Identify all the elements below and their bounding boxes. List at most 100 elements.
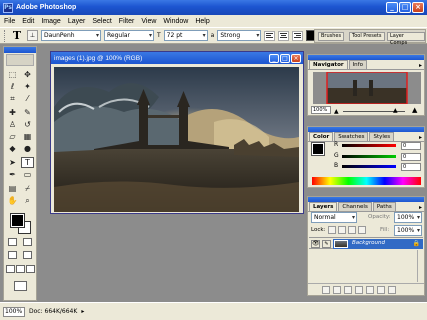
dodge-tool-icon[interactable]: ● (21, 143, 34, 154)
tab-layers[interactable]: Layers (309, 202, 338, 211)
align-right-button[interactable] (292, 30, 304, 41)
color-menu-icon[interactable]: ▸ (419, 134, 424, 141)
adjustment-layer-icon[interactable] (355, 286, 363, 294)
layer-visibility-eye-icon[interactable]: 👁 (311, 240, 320, 248)
crop-tool-icon[interactable]: ⌗ (6, 93, 19, 104)
gradient-tool-icon[interactable]: ▦ (21, 131, 34, 142)
full-screen-mode-icon[interactable] (26, 265, 35, 273)
navigator-menu-icon[interactable]: ▸ (419, 62, 424, 69)
g-value-field[interactable]: 0 (401, 153, 421, 161)
menu-view[interactable]: View (141, 18, 156, 25)
notes-tool-icon[interactable]: ▤ (6, 183, 19, 194)
zoom-in-icon[interactable]: ▲ (412, 106, 417, 114)
toolbox-titlebar[interactable] (4, 47, 36, 53)
color-fg-swatch[interactable] (311, 142, 325, 156)
new-layer-icon[interactable] (377, 286, 385, 294)
font-size-select[interactable]: 72 pt (163, 30, 208, 41)
status-zoom-field[interactable]: 100% (3, 306, 25, 317)
healing-brush-tool-icon[interactable]: ✚ (6, 107, 19, 118)
anti-alias-select[interactable]: Strong (217, 30, 262, 41)
font-style-select[interactable]: Regular (104, 30, 154, 41)
quick-mask-mode-icon[interactable] (23, 251, 32, 259)
layers-menu-icon[interactable]: ▸ (419, 204, 424, 211)
doc-minimize-button[interactable]: _ (269, 53, 279, 63)
doc-maximize-button[interactable]: □ (280, 53, 290, 63)
align-left-button[interactable] (264, 30, 276, 41)
menu-file[interactable]: File (4, 18, 15, 25)
swap-colors-icon[interactable] (23, 238, 32, 246)
photoshop-app-icon[interactable]: Ps (3, 2, 13, 13)
tab-info[interactable]: Info (348, 60, 367, 69)
layers-scrollbar[interactable] (417, 250, 423, 282)
zoom-tool-icon[interactable]: ⌕ (21, 195, 34, 206)
lock-all-icon[interactable] (358, 226, 366, 234)
maximize-button[interactable]: □ (399, 2, 411, 13)
menu-help[interactable]: Help (195, 18, 209, 25)
lock-pixels-icon[interactable] (338, 226, 346, 234)
pen-tool-icon[interactable]: ✒ (6, 169, 19, 180)
brush-tool-icon[interactable]: ✎ (21, 107, 34, 118)
lock-position-icon[interactable] (348, 226, 356, 234)
tab-color[interactable]: Color (309, 132, 334, 141)
tab-swatches[interactable]: Swatches (334, 132, 369, 141)
navigator-preview[interactable] (313, 71, 421, 105)
default-colors-icon[interactable] (8, 238, 17, 246)
menu-window[interactable]: Window (163, 18, 188, 25)
tab-navigator[interactable]: Navigator (309, 60, 348, 69)
tab-styles[interactable]: Styles (369, 132, 395, 141)
text-orientation-icon[interactable]: ⊥ (27, 30, 38, 41)
color-ramp[interactable] (312, 177, 421, 185)
well-tab-tool-presets[interactable]: Tool Presets (349, 32, 385, 41)
well-tab-brushes[interactable]: Brushes (318, 32, 345, 41)
doc-close-button[interactable]: × (291, 53, 301, 63)
move-tool-icon[interactable]: ✥ (21, 69, 34, 80)
blur-tool-icon[interactable]: ◆ (6, 143, 19, 154)
type-tool-preset-icon[interactable]: T (10, 29, 24, 42)
b-value-field[interactable]: 0 (401, 163, 421, 171)
r-slider-track[interactable] (342, 144, 396, 147)
magic-wand-tool-icon[interactable]: ✦ (21, 81, 34, 92)
layer-mask-icon[interactable] (344, 286, 352, 294)
zoom-slider-thumb[interactable]: ▲ (393, 107, 398, 114)
menu-select[interactable]: Select (92, 18, 111, 25)
shape-tool-icon[interactable]: ▭ (21, 169, 34, 180)
marquee-tool-icon[interactable]: ⬚ (6, 69, 19, 80)
document-titlebar[interactable]: images (1).jpg @ 100% (RGB) _ □ × (51, 52, 303, 64)
hand-tool-icon[interactable]: ✋ (6, 195, 19, 206)
jump-to-imageready-icon[interactable] (14, 281, 27, 291)
menu-image[interactable]: Image (41, 18, 60, 25)
eyedropper-tool-icon[interactable]: ⌿ (21, 183, 34, 194)
link-layers-icon[interactable] (322, 286, 330, 294)
blend-mode-select[interactable]: Normal (311, 212, 357, 223)
lasso-tool-icon[interactable]: ℓ (6, 81, 19, 92)
type-tool-icon[interactable]: T (21, 157, 34, 168)
tab-paths[interactable]: Paths (372, 202, 396, 211)
close-button[interactable]: × (412, 2, 424, 13)
layer-row[interactable]: 👁 ✎ Background 🔒 (309, 237, 423, 249)
font-family-select[interactable]: DaunPenh (41, 30, 101, 41)
delete-layer-icon[interactable] (388, 286, 396, 294)
well-tab-layer-comps[interactable]: Layer Comps (387, 32, 425, 46)
g-slider-track[interactable] (342, 155, 396, 158)
align-center-button[interactable] (278, 30, 290, 41)
eraser-tool-icon[interactable]: ▱ (6, 131, 19, 142)
menu-layer[interactable]: Layer (68, 18, 86, 25)
status-menu-arrow-icon[interactable]: ▸ (81, 308, 84, 315)
photoshop-logo-icon[interactable] (6, 54, 34, 66)
fill-field[interactable]: 100% (394, 225, 422, 236)
slice-tool-icon[interactable]: ⁄ (21, 93, 34, 104)
minimize-button[interactable]: _ (386, 2, 398, 13)
opacity-field[interactable]: 100% (394, 212, 422, 223)
b-slider-track[interactable] (342, 165, 396, 168)
document-canvas[interactable] (54, 67, 299, 212)
foreground-color-swatch[interactable] (10, 213, 25, 228)
standard-screen-mode-icon[interactable] (6, 265, 15, 273)
tab-channels[interactable]: Channels (338, 202, 372, 211)
options-bar-grip[interactable] (4, 29, 7, 42)
standard-mode-icon[interactable] (8, 251, 17, 259)
layer-row-selected[interactable]: Background 🔒 (333, 239, 423, 249)
lock-transparency-icon[interactable] (328, 226, 336, 234)
menu-edit[interactable]: Edit (22, 18, 34, 25)
full-screen-menu-mode-icon[interactable] (16, 265, 25, 273)
r-value-field[interactable]: 0 (401, 142, 421, 150)
